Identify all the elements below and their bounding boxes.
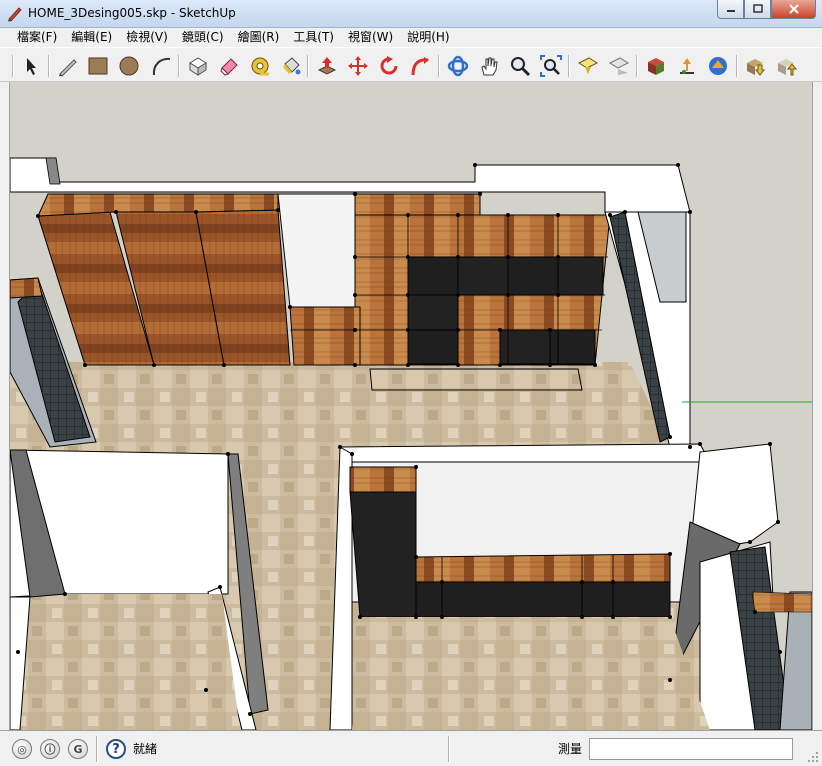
title-bar: HOME_3Desing005.skp - SketchUp <box>0 0 822 28</box>
maximize-icon <box>752 4 763 13</box>
3d-warehouse-icon <box>648 58 664 75</box>
orbit-icon <box>447 55 469 77</box>
help-icon[interactable]: ? <box>106 739 126 759</box>
push-pull-icon <box>317 57 337 75</box>
viewport-frame-right <box>812 82 822 730</box>
make-component-icon <box>189 57 207 76</box>
status-divider <box>96 736 98 762</box>
circle-icon <box>119 56 139 76</box>
paint-bucket-icon <box>283 57 301 75</box>
viewport-frame-left <box>0 82 10 730</box>
move-icon <box>348 56 368 76</box>
share-component-button[interactable] <box>774 54 798 78</box>
circle-tool-button[interactable] <box>117 54 141 78</box>
toolbar-separator <box>438 55 440 77</box>
toolbar-separator <box>48 55 50 77</box>
resize-grip-icon[interactable] <box>807 751 819 763</box>
close-icon <box>788 4 799 14</box>
model-viewport[interactable] <box>10 82 812 730</box>
follow-me-button[interactable] <box>408 54 432 78</box>
rectangle-icon <box>88 57 108 75</box>
window-title: HOME_3Desing005.skp - SketchUp <box>28 6 236 20</box>
toolbar <box>0 47 822 82</box>
get-models-icon <box>747 59 766 76</box>
select-tool-button[interactable] <box>20 54 44 78</box>
menu-view[interactable]: 檢視(V) <box>119 28 175 47</box>
menu-file[interactable]: 檔案(F) <box>10 28 64 47</box>
geo-location-button[interactable] <box>706 54 730 78</box>
move-tool-button[interactable] <box>346 54 370 78</box>
share-model-button[interactable] <box>675 54 699 78</box>
next-view-icon <box>608 57 630 75</box>
menu-bar: 檔案(F) 編輯(E) 檢視(V) 鏡頭(C) 繪圖(R) 工具(T) 視窗(W… <box>0 28 822 47</box>
pencil-icon <box>59 59 77 77</box>
model-render <box>10 82 812 730</box>
get-models-button[interactable] <box>743 54 767 78</box>
3d-warehouse-button[interactable] <box>644 54 668 78</box>
minimize-icon <box>726 10 735 12</box>
geo-location-icon <box>709 57 727 75</box>
zoom-extents-icon <box>540 55 562 77</box>
pan-tool-button[interactable] <box>477 54 501 78</box>
eraser-icon <box>220 58 238 76</box>
toolbar-separator <box>307 55 309 77</box>
orbit-tool-button[interactable] <box>446 54 470 78</box>
maximize-button[interactable] <box>744 0 771 19</box>
follow-me-icon <box>411 57 429 76</box>
tape-measure-button[interactable] <box>248 54 272 78</box>
paint-bucket-button[interactable] <box>279 54 303 78</box>
geo-icon[interactable]: ◎ <box>12 739 32 759</box>
pencil-tool-button[interactable] <box>56 54 80 78</box>
menu-help[interactable]: 說明(H) <box>400 28 456 47</box>
measurements-label: 測量 <box>558 742 583 756</box>
toolbar-separator <box>736 55 738 77</box>
status-bar: ◎ ⓘ G ? 就緒 測量 <box>0 730 822 766</box>
arc-tool-button[interactable] <box>149 54 173 78</box>
toolbar-separator <box>178 55 180 77</box>
status-divider <box>448 736 450 762</box>
arc-icon <box>152 57 171 76</box>
push-pull-button[interactable] <box>315 54 339 78</box>
next-view-button[interactable] <box>607 54 631 78</box>
share-model-icon <box>680 58 694 74</box>
close-button[interactable] <box>771 0 816 19</box>
rotate-icon <box>380 56 398 75</box>
menu-tools[interactable]: 工具(T) <box>286 28 341 47</box>
status-text: 就緒 <box>133 742 158 756</box>
minimize-button[interactable] <box>717 0 744 19</box>
make-component-button[interactable] <box>186 54 210 78</box>
google-icon[interactable]: G <box>68 739 88 759</box>
menu-camera[interactable]: 鏡頭(C) <box>175 28 231 47</box>
rotate-tool-button[interactable] <box>377 54 401 78</box>
zoom-tool-button[interactable] <box>508 54 532 78</box>
tape-measure-icon <box>251 57 269 76</box>
zoom-extents-button[interactable] <box>539 54 563 78</box>
zoom-icon <box>511 57 531 77</box>
select-icon <box>27 58 36 75</box>
share-component-icon <box>778 59 797 76</box>
eraser-tool-button[interactable] <box>217 54 241 78</box>
previous-view-button[interactable] <box>576 54 600 78</box>
measurements-input[interactable] <box>589 738 793 760</box>
rectangle-tool-button[interactable] <box>86 54 110 78</box>
sketchup-logo-icon <box>8 7 22 22</box>
menu-edit[interactable]: 編輯(E) <box>64 28 119 47</box>
menu-draw[interactable]: 繪圖(R) <box>231 28 287 47</box>
toolbar-separator <box>568 55 570 77</box>
pan-icon <box>481 57 498 76</box>
toolbar-grip <box>12 55 14 77</box>
toolbar-separator <box>636 55 638 77</box>
credit-icon[interactable]: ⓘ <box>40 739 60 759</box>
menu-window[interactable]: 視窗(W) <box>341 28 400 47</box>
previous-view-icon <box>577 57 599 74</box>
